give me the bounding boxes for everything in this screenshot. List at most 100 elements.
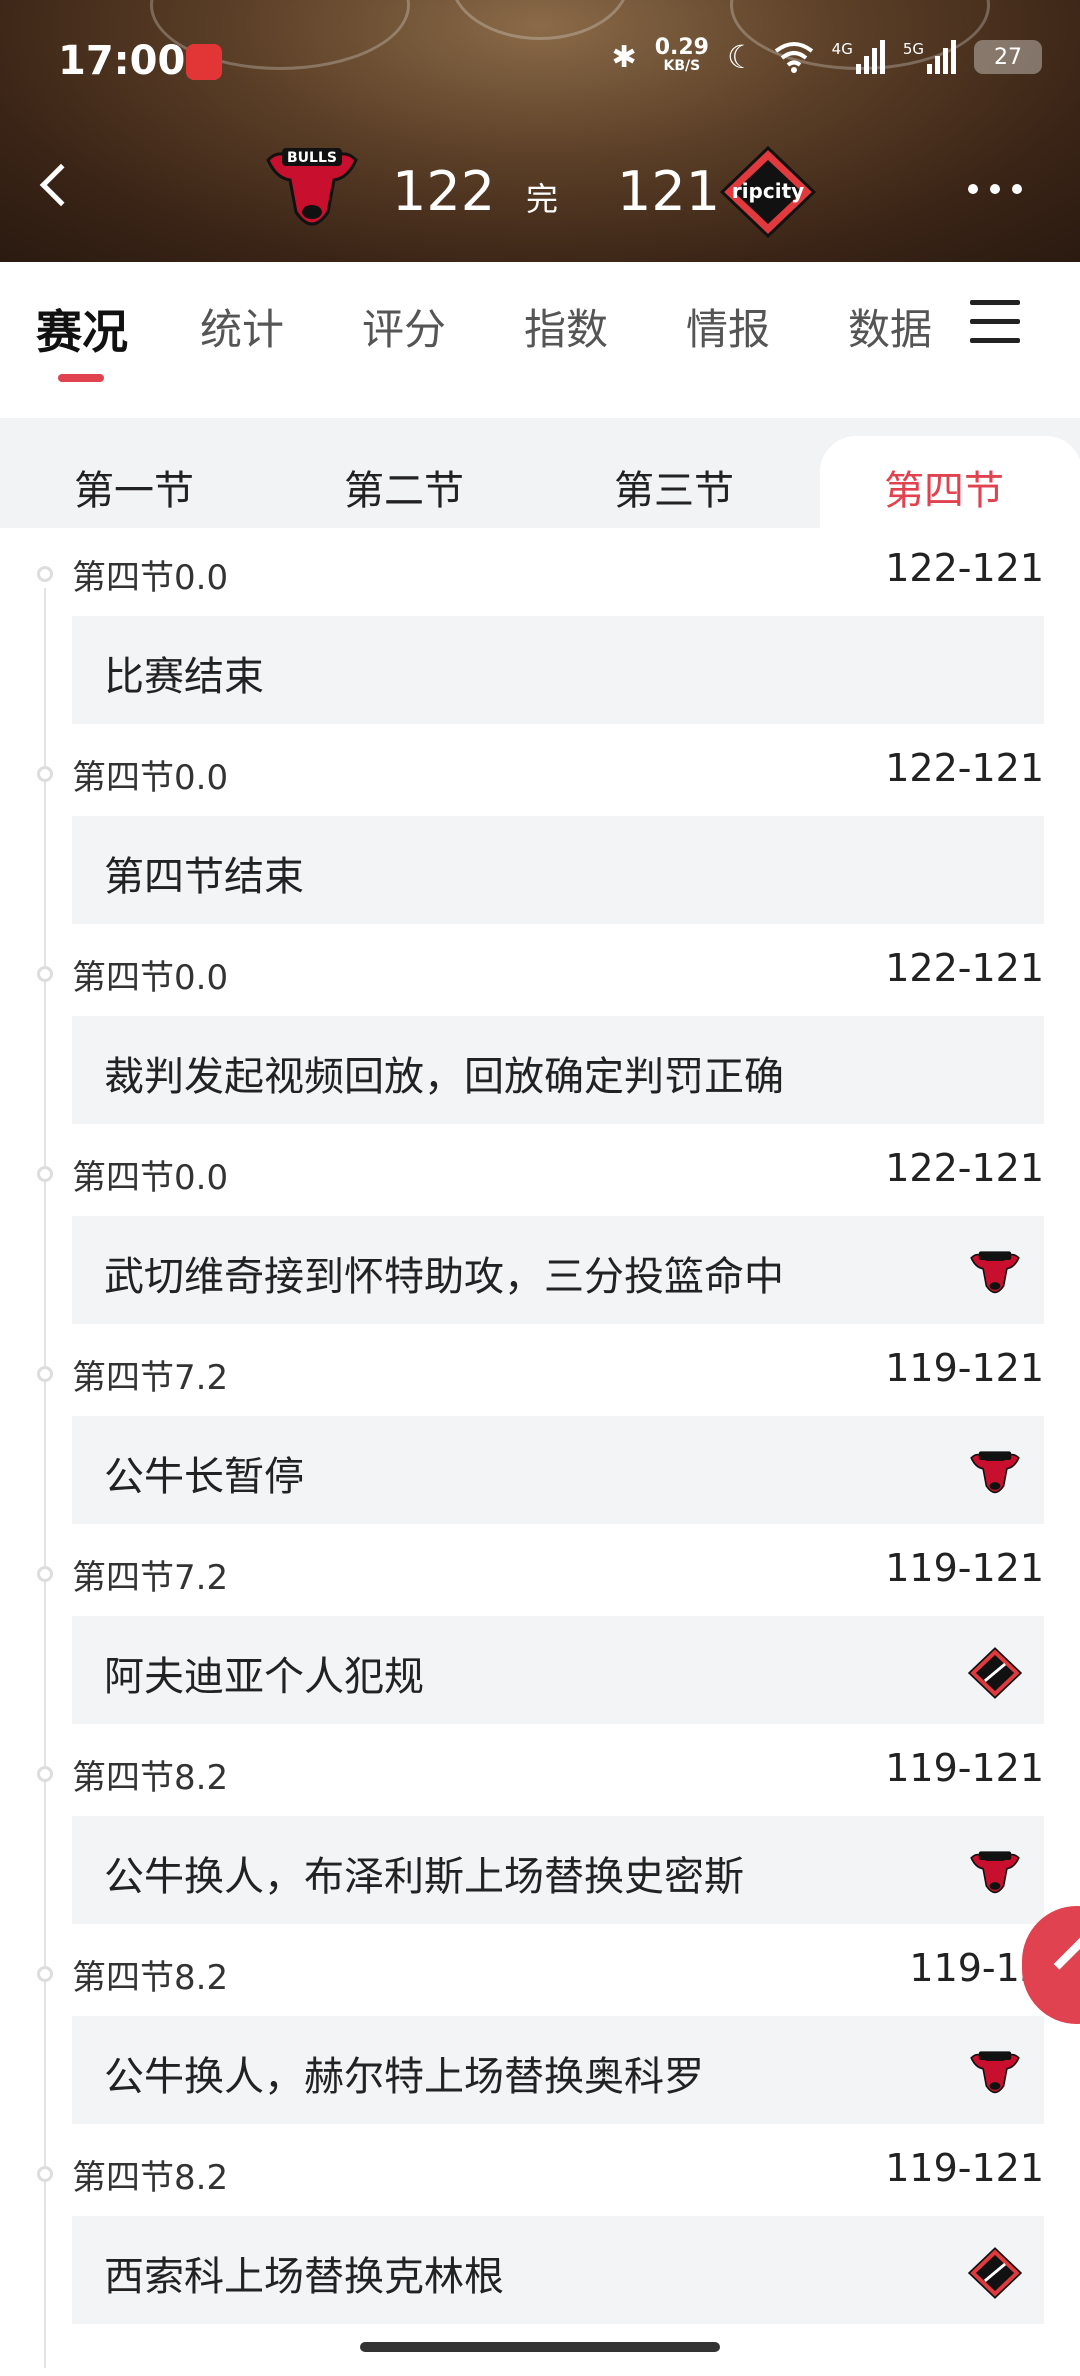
more-options-icon[interactable] [968, 184, 1022, 194]
event-time: 第四节8.2 [72, 1958, 229, 1998]
bulls-team-icon [968, 2046, 1022, 2100]
event-time: 第四节0.0 [72, 958, 229, 998]
tab-live[interactable]: 赛况 [36, 296, 128, 362]
event-text: 比赛结束 [104, 654, 264, 700]
event-item: 第四节8.2 119-12 公牛换人，赫尔特上场替换奥科罗 [0, 1920, 1080, 2124]
blazers-logo-text: ripcity [732, 179, 804, 203]
event-card: 西索科上场替换克林根 [72, 2216, 1044, 2324]
event-item: 第四节0.0 122-121 比赛结束 [0, 520, 1080, 724]
event-item: 第四节7.2 119-121 阿夫迪亚个人犯规 [0, 1520, 1080, 1724]
tab-data[interactable]: 数据 [848, 296, 932, 357]
event-score: 122-121 [885, 946, 1044, 990]
home-indicator[interactable] [360, 2342, 720, 2352]
event-card: 裁判发起视频回放，回放确定判罚正确 [72, 1016, 1044, 1124]
event-item: 第四节0.0 122-121 第四节结束 [0, 720, 1080, 924]
tab-odds[interactable]: 指数 [524, 296, 608, 357]
status-time: 17:00 [58, 38, 186, 84]
battery-icon: 27 [974, 40, 1042, 74]
event-text: 公牛长暂停 [104, 1454, 304, 1500]
event-score: 122-121 [885, 746, 1044, 790]
event-text: 武切维奇接到怀特助攻，三分投篮命中 [104, 1254, 784, 1300]
quarter-3[interactable]: 第三节 [614, 458, 734, 516]
up-arrow-icon [1053, 1935, 1080, 1993]
status-bar: 17:00 ✱ 0.29 KB/S ☾ 4G 5G 27 [0, 35, 1080, 90]
timeline-dot [37, 1166, 53, 1182]
wifi-icon [774, 42, 813, 73]
timeline-dot [37, 1766, 53, 1782]
event-text: 第四节结束 [104, 854, 304, 900]
timeline-dot [37, 1966, 53, 1982]
event-text: 公牛换人，赫尔特上场替换奥科罗 [104, 2054, 704, 2100]
tab-intel[interactable]: 情报 [686, 296, 770, 357]
active-tab-indicator [58, 374, 104, 382]
main-tabs: 赛况 统计 评分 指数 情报 数据 [0, 262, 1080, 418]
menu-icon[interactable] [970, 300, 1020, 357]
event-time: 第四节0.0 [72, 1158, 229, 1198]
blazers-team-icon [967, 2246, 1023, 2300]
blazers-team-icon [967, 1646, 1023, 1700]
timeline-dot [37, 766, 53, 782]
bulls-logo: BULLS [266, 148, 358, 226]
event-time: 第四节8.2 [72, 1758, 229, 1798]
event-time: 第四节8.2 [72, 2158, 229, 2198]
app-notification-icon [186, 44, 222, 80]
timeline-dot [37, 2166, 53, 2182]
away-score: 121 [617, 160, 721, 223]
event-text: 裁判发起视频回放，回放确定判罚正确 [104, 1054, 784, 1100]
event-card: 公牛长暂停 [72, 1416, 1044, 1524]
back-arrow-icon[interactable] [39, 163, 83, 207]
home-score: 122 [392, 160, 496, 223]
bulls-team-icon [968, 1446, 1022, 1500]
tab-stats[interactable]: 统计 [200, 296, 284, 357]
timeline-dot [37, 966, 53, 982]
event-score: 119-121 [885, 1546, 1044, 1590]
event-item: 第四节0.0 122-121 武切维奇接到怀特助攻，三分投篮命中 [0, 1120, 1080, 1324]
event-time: 第四节7.2 [72, 1558, 229, 1598]
event-score: 119-121 [885, 1746, 1044, 1790]
event-time: 第四节0.0 [72, 758, 229, 798]
event-card: 阿夫迪亚个人犯规 [72, 1616, 1044, 1724]
net-speed: 0.29 KB/S [654, 35, 709, 75]
quarter-4[interactable]: 第四节 [884, 458, 1004, 516]
timeline-dot [37, 1366, 53, 1382]
event-card: 比赛结束 [72, 616, 1044, 724]
bluetooth-icon: ✱ [611, 39, 637, 75]
event-item: 第四节7.2 119-121 公牛长暂停 [0, 1320, 1080, 1524]
event-item: 第四节8.2 119-121 公牛换人，布泽利斯上场替换史密斯 [0, 1720, 1080, 1924]
timeline-dot [37, 566, 53, 582]
event-card: 公牛换人，布泽利斯上场替换史密斯 [72, 1816, 1044, 1924]
event-time: 第四节0.0 [72, 558, 229, 598]
signal-4g-label: 4G [831, 40, 853, 58]
status-icons: ✱ 0.29 KB/S ☾ 4G 5G 27 [611, 35, 1042, 76]
event-text: 阿夫迪亚个人犯规 [104, 1654, 424, 1700]
tab-ratings[interactable]: 评分 [362, 296, 446, 357]
score-bar: BULLS 122 完 121 ripcity [0, 140, 1080, 240]
bulls-logo-text: BULLS [287, 150, 337, 166]
moon-icon: ☾ [726, 38, 756, 76]
event-score: 119-121 [885, 1346, 1044, 1390]
bulls-team-icon [968, 1846, 1022, 1900]
blazers-logo: ripcity [720, 146, 816, 238]
quarter-1[interactable]: 第一节 [74, 458, 194, 516]
match-header: 17:00 ✱ 0.29 KB/S ☾ 4G 5G 27 BULLS 122 完… [0, 0, 1080, 262]
signal-5g-icon: 5G [903, 40, 956, 74]
battery-level: 27 [994, 44, 1022, 70]
timeline-dot [37, 1566, 53, 1582]
event-text: 公牛换人，布泽利斯上场替换史密斯 [104, 1854, 744, 1900]
event-score: 122-121 [885, 1146, 1044, 1190]
event-card: 公牛换人，赫尔特上场替换奥科罗 [72, 2016, 1044, 2124]
event-card: 武切维奇接到怀特助攻，三分投篮命中 [72, 1216, 1044, 1324]
net-speed-value: 0.29 [654, 35, 709, 60]
event-score: 119-121 [885, 2146, 1044, 2190]
bulls-team-icon [968, 1246, 1022, 1300]
quarter-selector: 第一节 第二节 第三节 第四节 [0, 418, 1080, 528]
event-text: 西索科上场替换克林根 [104, 2254, 504, 2300]
quarter-2[interactable]: 第二节 [344, 458, 464, 516]
event-score: 122-121 [885, 546, 1044, 590]
match-status: 完 [526, 180, 559, 218]
signal-4g-icon: 4G [832, 40, 885, 74]
event-card: 第四节结束 [72, 816, 1044, 924]
event-item: 第四节0.0 122-121 裁判发起视频回放，回放确定判罚正确 [0, 920, 1080, 1124]
event-time: 第四节7.2 [72, 1358, 229, 1398]
signal-5g-label: 5G [902, 40, 924, 58]
